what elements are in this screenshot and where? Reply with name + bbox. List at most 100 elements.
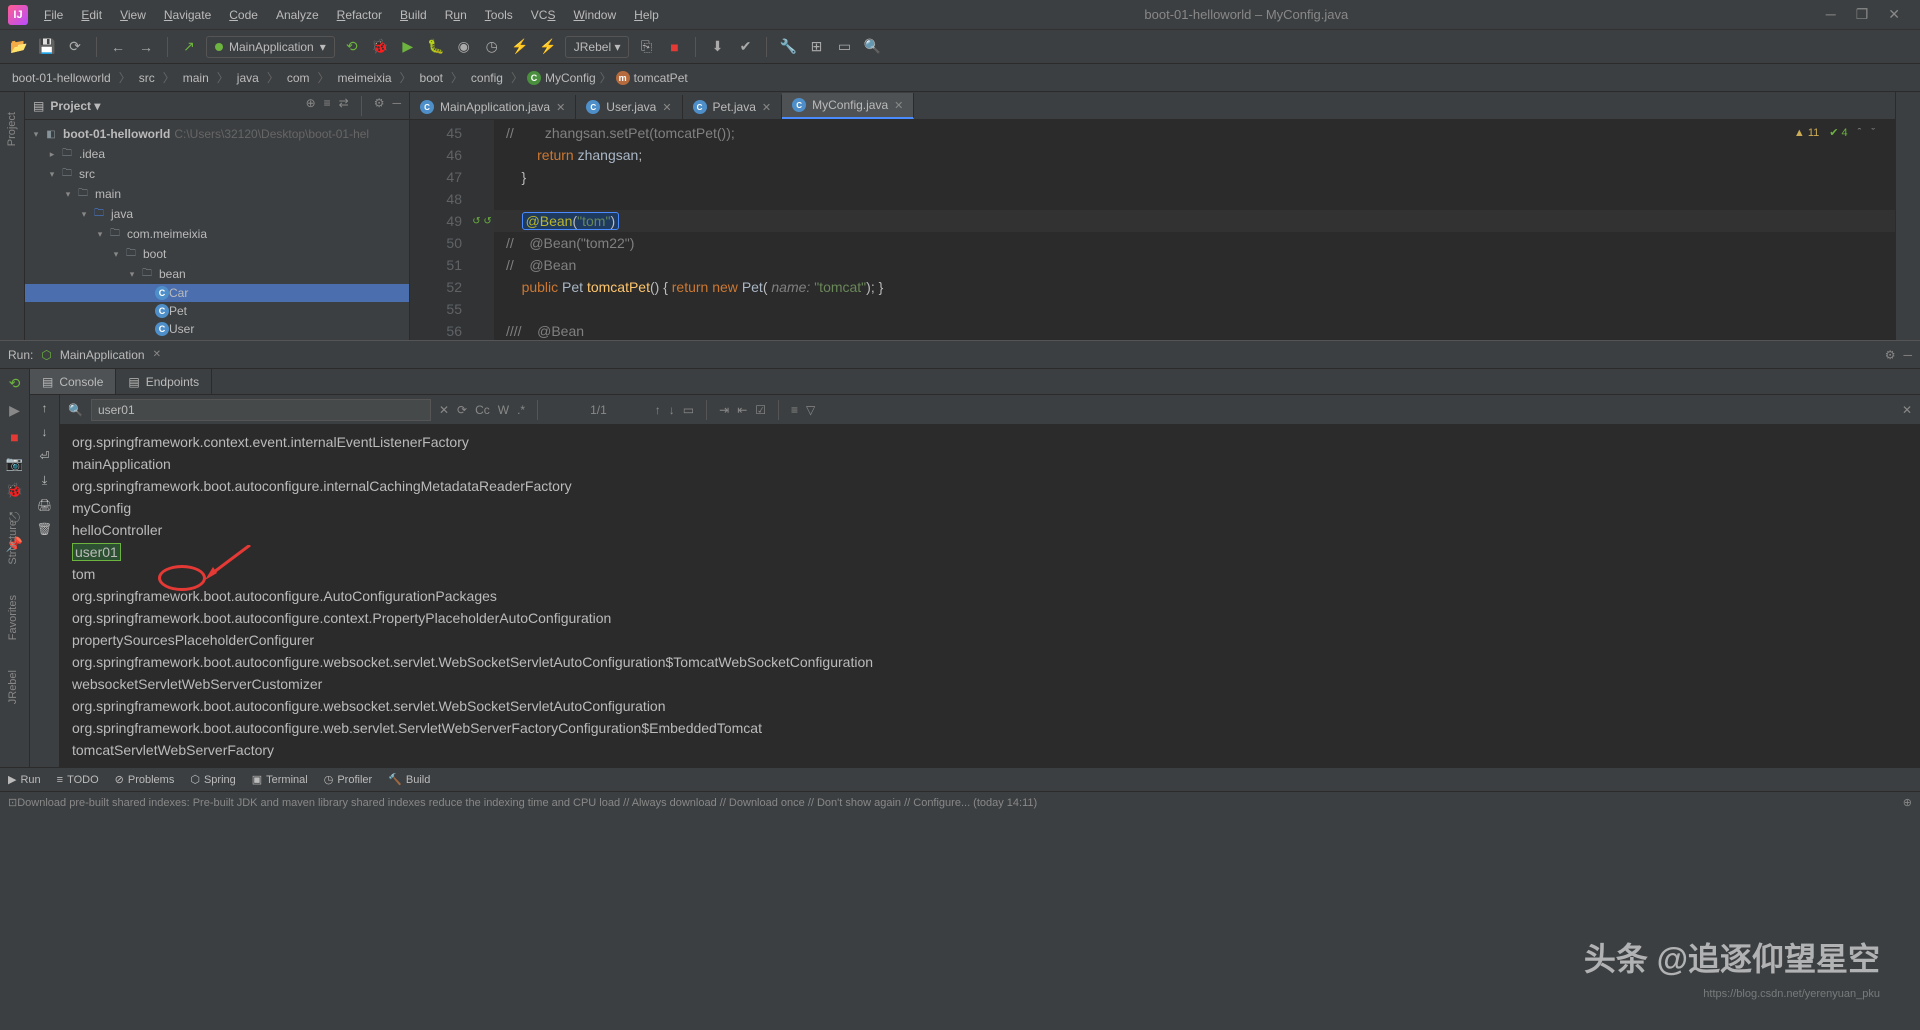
tree-item[interactable]: CCar: [25, 284, 409, 302]
prev-match-icon[interactable]: ↑: [655, 403, 661, 417]
sidebar-tab-project[interactable]: Project: [6, 112, 18, 146]
sidebar-tab-favorites[interactable]: Favorites: [7, 595, 19, 640]
profile-icon[interactable]: ◷: [481, 36, 503, 58]
code-status[interactable]: ▲ 11 ✔ 4 ˆ ˇ: [1794, 126, 1875, 139]
status-right[interactable]: ⊕: [1903, 796, 1912, 809]
run-gear-icon[interactable]: ⚙: [1885, 348, 1896, 362]
sidebar-tab-structure[interactable]: Structure: [7, 520, 19, 565]
code-area[interactable]: 4546474849505152555657 ↺ ↺ // zhangsan.s…: [410, 120, 1895, 340]
tree-item[interactable]: ▾🗀src: [25, 164, 409, 184]
run-tab[interactable]: ▤Console: [30, 369, 116, 394]
menu-help[interactable]: Help: [626, 4, 667, 26]
tree-item[interactable]: CUser: [25, 320, 409, 338]
select-all-icon[interactable]: ▭: [683, 403, 694, 417]
bug-reload-icon[interactable]: 🐞: [369, 36, 391, 58]
jr-run-icon[interactable]: ⚡: [509, 36, 531, 58]
tree-item[interactable]: CPet: [25, 302, 409, 320]
run-config-selector[interactable]: MainApplication ▾: [206, 36, 335, 58]
menu-file[interactable]: File: [36, 4, 71, 26]
bc-item[interactable]: boot: [416, 69, 447, 87]
tree-item[interactable]: ▾🗀java: [25, 204, 409, 224]
warning-indicator[interactable]: ▲ 11: [1794, 127, 1819, 139]
bc-item[interactable]: config: [467, 69, 507, 87]
bc-item[interactable]: boot-01-helloworld: [8, 69, 115, 87]
editor-tab[interactable]: CMyConfig.java✕: [782, 93, 914, 119]
menu-view[interactable]: View: [112, 4, 154, 26]
bc-method[interactable]: mtomcatPet: [616, 71, 688, 85]
run-run-icon[interactable]: ▶: [9, 402, 20, 419]
bc-item[interactable]: src: [135, 69, 159, 87]
opt4-icon[interactable]: ≡: [791, 403, 798, 417]
bug2-icon[interactable]: 🐞: [6, 482, 23, 499]
run-icon[interactable]: ▶: [397, 36, 419, 58]
emulator-icon[interactable]: ▭: [833, 36, 855, 58]
save-icon[interactable]: 💾: [36, 36, 58, 58]
code-lines[interactable]: // zhangsan.setPet(tomcatPet()); return …: [494, 120, 1895, 340]
run-hide-icon[interactable]: ─: [1903, 348, 1912, 362]
down-arrow-icon[interactable]: ↓: [42, 425, 48, 439]
close-search-icon[interactable]: ✕: [1902, 403, 1912, 417]
bottom-todo[interactable]: ≡ TODO: [57, 774, 99, 786]
menu-navigate[interactable]: Navigate: [156, 4, 219, 26]
bottom-build[interactable]: 🔨 Build: [388, 773, 430, 786]
tree-item[interactable]: ▾🗀com.meimeixia: [25, 224, 409, 244]
filter-icon[interactable]: ▽: [806, 403, 815, 417]
close-button[interactable]: ✕: [1888, 6, 1900, 23]
console-output[interactable]: org.springframework.context.event.intern…: [60, 425, 1920, 767]
menu-refactor[interactable]: Refactor: [329, 4, 390, 26]
tree-item[interactable]: ▾🗀main: [25, 184, 409, 204]
bottom-run[interactable]: ▶ Run: [8, 773, 41, 786]
sidebar-tab-jrebel[interactable]: JRebel: [7, 670, 19, 704]
menu-build[interactable]: Build: [392, 4, 435, 26]
search-input[interactable]: [91, 399, 431, 421]
search-icon[interactable]: 🔍: [861, 36, 883, 58]
bottom-problems[interactable]: ⊘ Problems: [115, 773, 175, 786]
jrebel-dropdown[interactable]: JRebel ▾: [565, 36, 630, 58]
next-match-icon[interactable]: ↓: [669, 403, 675, 417]
jr-debug-icon[interactable]: ⚡: [537, 36, 559, 58]
menu-analyze[interactable]: Analyze: [268, 4, 327, 26]
sync-icon[interactable]: ⟳: [64, 36, 86, 58]
forward-icon[interactable]: →: [135, 36, 157, 58]
close-run-tab[interactable]: ✕: [153, 349, 161, 360]
bottom-spring[interactable]: ⬡ Spring: [190, 773, 235, 786]
clear-icon[interactable]: 🗑: [37, 522, 52, 536]
wrap-icon[interactable]: ⏎: [39, 449, 49, 463]
editor-tab[interactable]: CMainApplication.java✕: [410, 95, 576, 119]
run-stop-icon[interactable]: ■: [10, 429, 18, 445]
opt3-icon[interactable]: ☑: [755, 403, 766, 417]
clear-search-icon[interactable]: ✕: [439, 403, 449, 417]
scroll-icon[interactable]: ⤓: [42, 473, 47, 488]
project-tree[interactable]: ▾◧ boot-01-helloworld C:\Users\32120\Des…: [25, 120, 409, 340]
stop-icon[interactable]: ■: [663, 36, 685, 58]
bottom-terminal[interactable]: ▣ Terminal: [252, 773, 308, 786]
tree-item[interactable]: ▾🗀bean: [25, 264, 409, 284]
commit-icon[interactable]: ✔: [734, 36, 756, 58]
expand-icon[interactable]: ⇄: [339, 96, 349, 116]
open-icon[interactable]: 📂: [8, 36, 30, 58]
opt1-icon[interactable]: ⇥: [719, 403, 729, 417]
menu-edit[interactable]: Edit: [73, 4, 110, 26]
opt2-icon[interactable]: ⇤: [737, 403, 747, 417]
minimize-button[interactable]: ─: [1826, 6, 1836, 23]
case-toggle[interactable]: Cc: [475, 403, 490, 417]
word-toggle[interactable]: W: [498, 403, 509, 417]
regex-toggle[interactable]: .*: [517, 403, 525, 417]
attach-icon[interactable]: ⎘: [635, 36, 657, 58]
history-icon[interactable]: ⟳: [457, 403, 467, 417]
run-tab[interactable]: ▤Endpoints: [116, 369, 212, 394]
target-icon[interactable]: ⊕: [306, 96, 316, 116]
bc-item[interactable]: java: [233, 69, 263, 87]
tree-root[interactable]: ▾◧ boot-01-helloworld C:\Users\32120\Des…: [25, 124, 409, 144]
maximize-button[interactable]: ❐: [1856, 6, 1869, 23]
status-icon[interactable]: ⊡: [8, 796, 17, 809]
bc-item[interactable]: meimeixia: [334, 69, 396, 87]
tree-item[interactable]: ▸🗀config: [25, 338, 409, 340]
project-title[interactable]: Project ▾: [50, 99, 299, 113]
bottom-profiler[interactable]: ◷ Profiler: [324, 773, 372, 786]
up-icon[interactable]: ˆ: [1858, 127, 1862, 139]
status-message[interactable]: Download pre-built shared indexes: Pre-b…: [17, 797, 1903, 809]
menu-vcs[interactable]: VCS: [523, 4, 564, 26]
select-icon[interactable]: ≡: [324, 96, 331, 116]
camera-icon[interactable]: 📷: [6, 455, 23, 472]
